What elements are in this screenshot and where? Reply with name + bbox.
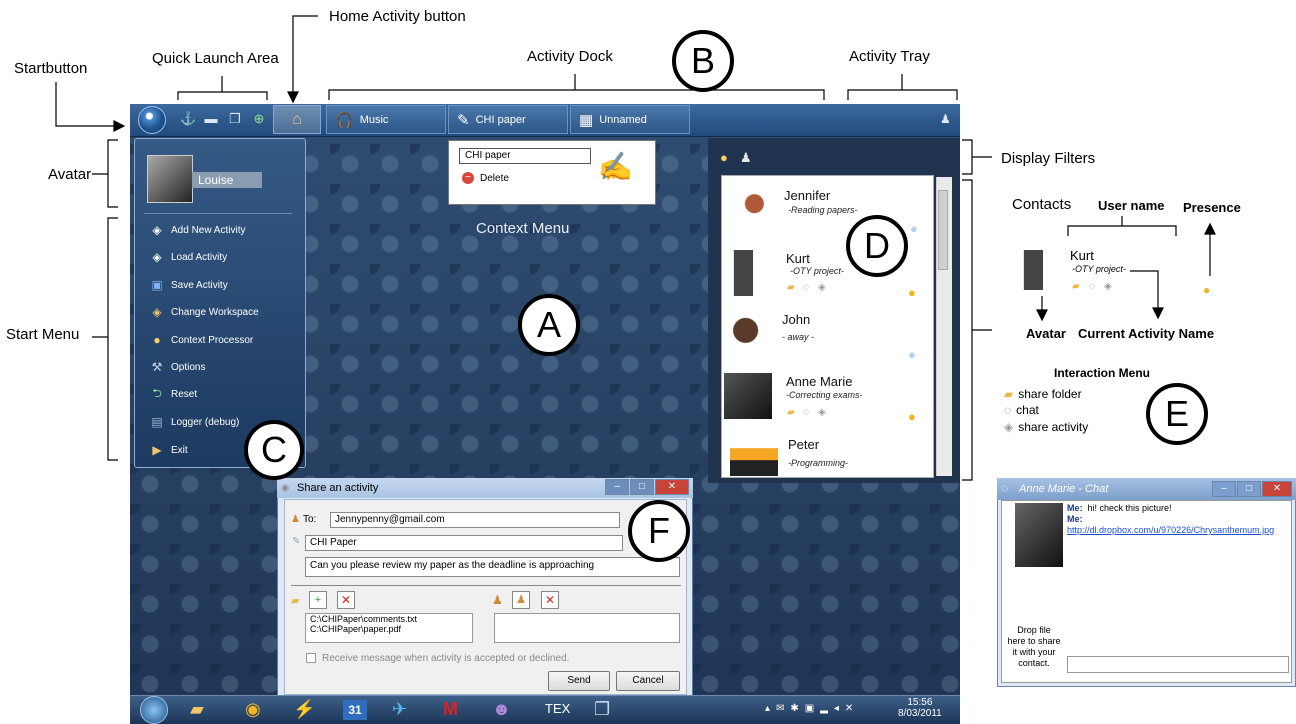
arrowhead	[287, 91, 299, 104]
current-activity-arrow	[1130, 270, 1159, 310]
activity-dock-bracket	[328, 74, 825, 100]
activity-tray-bracket	[847, 74, 958, 100]
arrowhead	[1036, 309, 1048, 322]
start-menu-bracket	[92, 217, 118, 461]
annotation-lines	[55, 15, 1216, 481]
user-name-bracket	[1067, 216, 1177, 236]
arrowhead	[1152, 307, 1164, 320]
arrowhead	[1204, 222, 1216, 235]
display-filters-bracket	[962, 139, 992, 175]
avatar-bracket	[92, 139, 118, 208]
home-activity-arrow	[292, 15, 318, 94]
quick-launch-bracket	[177, 76, 268, 100]
arrowhead	[113, 120, 126, 132]
startbutton-arrow	[55, 82, 118, 127]
contacts-bracket	[962, 179, 992, 481]
